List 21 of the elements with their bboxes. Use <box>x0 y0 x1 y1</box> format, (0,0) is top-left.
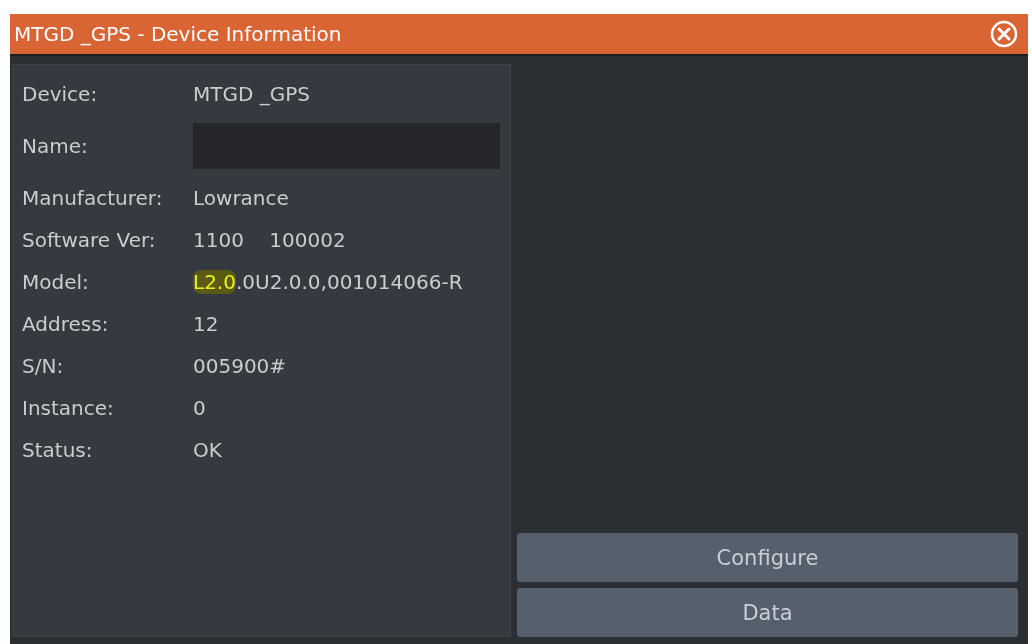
close-icon[interactable] <box>990 20 1018 48</box>
action-button[interactable]: Data <box>517 588 1018 637</box>
field-label: Device: <box>22 82 99 106</box>
field-label: Instance: <box>22 396 115 420</box>
field-label: Manufacturer: <box>22 186 164 210</box>
field-label: Address: <box>22 312 110 336</box>
field-label: Model: <box>22 270 90 294</box>
field-value: MTGD _GPS <box>193 82 310 106</box>
field-label: S/N: <box>22 354 65 378</box>
field-value: Lowrance <box>193 186 289 210</box>
field-value: 0 <box>193 396 206 420</box>
field-value: 12 <box>193 312 219 336</box>
field-label: Status: <box>22 438 94 462</box>
field-value: 1100 100002 <box>193 228 346 252</box>
field-value: L2.0.0U2.0.0,001014066-R <box>193 270 463 294</box>
field-value: OK <box>193 438 222 462</box>
field-label: Name: <box>22 134 89 158</box>
window-title: MTGD _GPS - Device Information <box>14 22 342 46</box>
field-value: 005900# <box>193 354 287 378</box>
field-label: Software Ver: <box>22 228 157 252</box>
action-button[interactable]: Configure <box>517 533 1018 582</box>
